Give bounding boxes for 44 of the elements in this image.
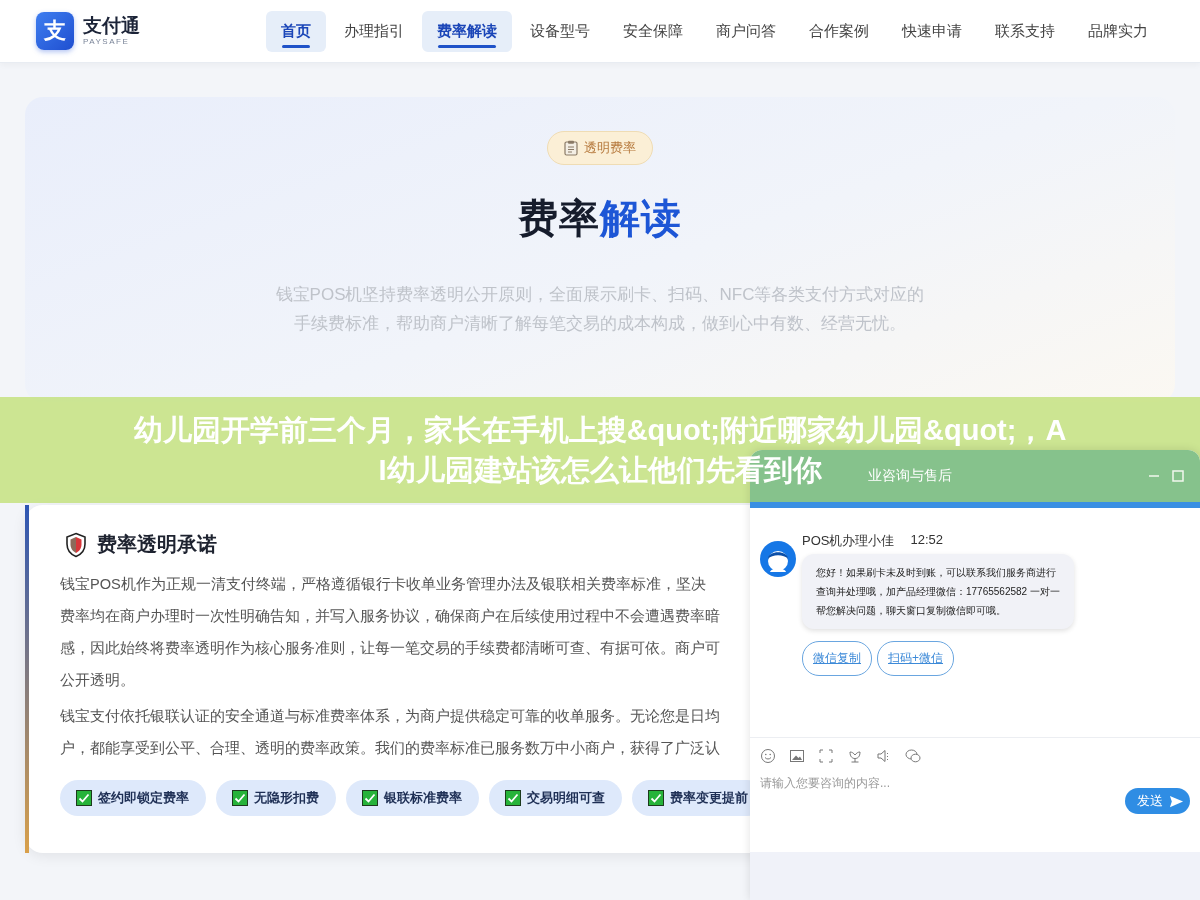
feature-tag: 银联标准费率 [346,780,479,816]
flower-icon[interactable] [847,748,863,764]
sender-name: POS机办理小佳 [802,532,895,550]
send-icon [1169,793,1184,809]
nav-item[interactable]: 品牌实力 [1073,10,1163,52]
chat-title: 业咨询与售后 [868,467,953,485]
nav-item[interactable]: 设备型号 [515,10,605,52]
body-text-line: 钱宝支付依托银联认证的安全通道与标准费率体系，为商户提供稳定可靠的收单服务。无论您是日均 [60,707,720,726]
feature-tag: 签约即锁定费率 [60,780,206,816]
quick-reply-button[interactable]: 扫码+微信 [877,641,954,676]
screenshot-icon[interactable] [818,748,834,764]
nav-item[interactable]: 办理指引 [329,10,419,52]
brand-tagline: PAYSAFE [83,38,131,46]
body-text-line: 户，都能享受到公平、合理、透明的费率政策。我们的费率标准已服务数万中小商户，获得了广泛认 [60,739,720,758]
message-bubble: 您好！如果刷卡未及时到账，可以联系我们服务商进行查询并处理哦，加产品经理微信：17765562582 一对一帮您解决问题，聊天窗口复制微信即可哦。 [802,554,1074,629]
message-time: 12:52 [910,532,943,549]
image-icon[interactable] [789,748,805,764]
maximize-icon[interactable] [1172,470,1184,482]
quick-reply-button[interactable]: 微信复制 [802,641,872,676]
nav-item[interactable]: 合作案例 [794,10,884,52]
nav-item[interactable]: 商户问答 [701,10,791,52]
hero-title: 费率解读 [518,195,682,242]
clipboard-icon [564,140,578,156]
banner-title-line: I幼儿园建站该怎么让他们先看到你 [378,453,822,488]
body-text-line: 费率均在商户办理时一次性明确告知，并写入服务协议，确保商户在后续使用过程中不会遭遇费率暗 [60,607,720,626]
nav-item[interactable]: 首页 [266,10,326,52]
logo-mark: 支 [36,12,74,50]
agent-avatar-icon [760,541,796,577]
card-title: 费率透明承诺 [97,532,217,557]
nav-item[interactable]: 安全保障 [608,10,698,52]
banner-title-line: 幼儿园开学前三个月，家长在手机上搜&quot;附近哪家幼儿园&quot;，A [133,413,1067,448]
nav-item[interactable]: 快速申请 [887,10,977,52]
feature-tag: 交易明细可查 [489,780,622,816]
brand-name: 支付通 [83,16,140,35]
nav-item[interactable]: 联系支持 [980,10,1070,52]
body-text-line: 公开透明。 [60,671,135,690]
shield-icon [65,531,87,558]
hero-badge: 透明费率 [547,131,653,165]
nav-item[interactable]: 费率解读 [422,10,512,52]
body-text-line: 感，因此始终将费率透明作为核心服务准则，让每一笔交易的手续费都清晰可查、有据可依。商户可 [60,639,720,658]
smiley-icon[interactable] [760,748,776,764]
body-text-line: 钱宝POS机作为正规一清支付终端，严格遵循银行卡收单业务管理办法及银联相关费率标准，坚决 [60,575,706,594]
chat-bubbles-icon[interactable] [905,748,921,764]
feature-tag: 无隐形扣费 [216,780,336,816]
